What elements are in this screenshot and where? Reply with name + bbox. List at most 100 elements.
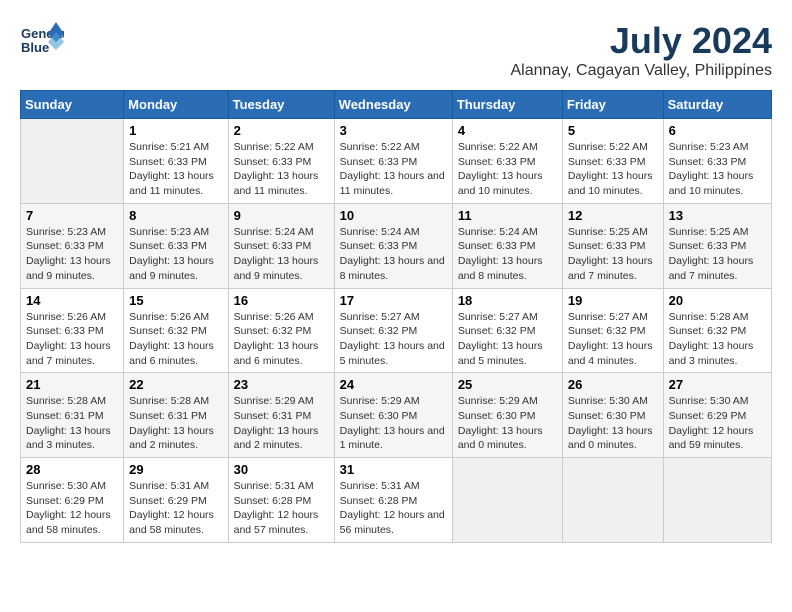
calendar-cell: 11 Sunrise: 5:24 AMSunset: 6:33 PMDaylig…	[452, 203, 562, 288]
day-number: 3	[340, 123, 447, 138]
day-number: 11	[458, 208, 557, 223]
day-info: Sunrise: 5:26 AMSunset: 6:32 PMDaylight:…	[129, 310, 222, 369]
week-row-3: 14 Sunrise: 5:26 AMSunset: 6:33 PMDaylig…	[21, 288, 772, 373]
day-info: Sunrise: 5:23 AMSunset: 6:33 PMDaylight:…	[129, 225, 222, 284]
calendar-cell: 25 Sunrise: 5:29 AMSunset: 6:30 PMDaylig…	[452, 373, 562, 458]
day-number: 4	[458, 123, 557, 138]
calendar-cell: 10 Sunrise: 5:24 AMSunset: 6:33 PMDaylig…	[334, 203, 452, 288]
day-number: 12	[568, 208, 658, 223]
day-number: 8	[129, 208, 222, 223]
day-number: 10	[340, 208, 447, 223]
title-block: July 2024 Alannay, Cagayan Valley, Phili…	[511, 20, 773, 80]
day-number: 5	[568, 123, 658, 138]
day-number: 22	[129, 377, 222, 392]
day-info: Sunrise: 5:26 AMSunset: 6:32 PMDaylight:…	[234, 310, 329, 369]
calendar-cell: 4 Sunrise: 5:22 AMSunset: 6:33 PMDayligh…	[452, 119, 562, 204]
day-info: Sunrise: 5:28 AMSunset: 6:31 PMDaylight:…	[129, 394, 222, 453]
day-info: Sunrise: 5:21 AMSunset: 6:33 PMDaylight:…	[129, 140, 222, 199]
location-title: Alannay, Cagayan Valley, Philippines	[511, 62, 773, 80]
day-info: Sunrise: 5:31 AMSunset: 6:29 PMDaylight:…	[129, 479, 222, 538]
day-info: Sunrise: 5:22 AMSunset: 6:33 PMDaylight:…	[234, 140, 329, 199]
week-row-2: 7 Sunrise: 5:23 AMSunset: 6:33 PMDayligh…	[21, 203, 772, 288]
calendar-cell: 7 Sunrise: 5:23 AMSunset: 6:33 PMDayligh…	[21, 203, 124, 288]
day-info: Sunrise: 5:30 AMSunset: 6:29 PMDaylight:…	[669, 394, 766, 453]
day-info: Sunrise: 5:22 AMSunset: 6:33 PMDaylight:…	[568, 140, 658, 199]
day-number: 28	[26, 462, 118, 477]
logo-svg: General Blue	[20, 20, 64, 64]
day-number: 18	[458, 293, 557, 308]
weekday-header-row: SundayMondayTuesdayWednesdayThursdayFrid…	[21, 91, 772, 119]
calendar-cell: 3 Sunrise: 5:22 AMSunset: 6:33 PMDayligh…	[334, 119, 452, 204]
week-row-4: 21 Sunrise: 5:28 AMSunset: 6:31 PMDaylig…	[21, 373, 772, 458]
day-number: 26	[568, 377, 658, 392]
calendar-cell: 12 Sunrise: 5:25 AMSunset: 6:33 PMDaylig…	[562, 203, 663, 288]
logo: General Blue	[20, 20, 64, 64]
calendar-cell: 20 Sunrise: 5:28 AMSunset: 6:32 PMDaylig…	[663, 288, 771, 373]
week-row-1: 1 Sunrise: 5:21 AMSunset: 6:33 PMDayligh…	[21, 119, 772, 204]
calendar-cell: 29 Sunrise: 5:31 AMSunset: 6:29 PMDaylig…	[124, 458, 228, 543]
weekday-header-monday: Monday	[124, 91, 228, 119]
day-number: 31	[340, 462, 447, 477]
day-info: Sunrise: 5:30 AMSunset: 6:30 PMDaylight:…	[568, 394, 658, 453]
day-number: 1	[129, 123, 222, 138]
calendar-table: SundayMondayTuesdayWednesdayThursdayFrid…	[20, 90, 772, 543]
day-number: 6	[669, 123, 766, 138]
day-number: 29	[129, 462, 222, 477]
day-info: Sunrise: 5:22 AMSunset: 6:33 PMDaylight:…	[458, 140, 557, 199]
day-number: 16	[234, 293, 329, 308]
calendar-cell	[562, 458, 663, 543]
calendar-cell: 18 Sunrise: 5:27 AMSunset: 6:32 PMDaylig…	[452, 288, 562, 373]
calendar-cell	[663, 458, 771, 543]
day-number: 24	[340, 377, 447, 392]
day-info: Sunrise: 5:31 AMSunset: 6:28 PMDaylight:…	[340, 479, 447, 538]
day-number: 13	[669, 208, 766, 223]
day-info: Sunrise: 5:25 AMSunset: 6:33 PMDaylight:…	[568, 225, 658, 284]
calendar-cell: 27 Sunrise: 5:30 AMSunset: 6:29 PMDaylig…	[663, 373, 771, 458]
calendar-cell: 26 Sunrise: 5:30 AMSunset: 6:30 PMDaylig…	[562, 373, 663, 458]
day-info: Sunrise: 5:28 AMSunset: 6:31 PMDaylight:…	[26, 394, 118, 453]
calendar-cell: 2 Sunrise: 5:22 AMSunset: 6:33 PMDayligh…	[228, 119, 334, 204]
day-info: Sunrise: 5:29 AMSunset: 6:30 PMDaylight:…	[340, 394, 447, 453]
day-info: Sunrise: 5:24 AMSunset: 6:33 PMDaylight:…	[340, 225, 447, 284]
month-year-title: July 2024	[511, 20, 773, 62]
day-info: Sunrise: 5:24 AMSunset: 6:33 PMDaylight:…	[458, 225, 557, 284]
page-header: General Blue July 2024 Alannay, Cagayan …	[20, 20, 772, 80]
day-info: Sunrise: 5:24 AMSunset: 6:33 PMDaylight:…	[234, 225, 329, 284]
calendar-cell: 17 Sunrise: 5:27 AMSunset: 6:32 PMDaylig…	[334, 288, 452, 373]
calendar-cell: 16 Sunrise: 5:26 AMSunset: 6:32 PMDaylig…	[228, 288, 334, 373]
day-number: 9	[234, 208, 329, 223]
day-number: 7	[26, 208, 118, 223]
calendar-cell: 21 Sunrise: 5:28 AMSunset: 6:31 PMDaylig…	[21, 373, 124, 458]
day-info: Sunrise: 5:22 AMSunset: 6:33 PMDaylight:…	[340, 140, 447, 199]
day-info: Sunrise: 5:29 AMSunset: 6:30 PMDaylight:…	[458, 394, 557, 453]
calendar-cell: 13 Sunrise: 5:25 AMSunset: 6:33 PMDaylig…	[663, 203, 771, 288]
calendar-cell: 22 Sunrise: 5:28 AMSunset: 6:31 PMDaylig…	[124, 373, 228, 458]
weekday-header-wednesday: Wednesday	[334, 91, 452, 119]
day-number: 14	[26, 293, 118, 308]
day-number: 17	[340, 293, 447, 308]
svg-text:Blue: Blue	[21, 40, 49, 55]
weekday-header-saturday: Saturday	[663, 91, 771, 119]
day-number: 15	[129, 293, 222, 308]
calendar-cell: 15 Sunrise: 5:26 AMSunset: 6:32 PMDaylig…	[124, 288, 228, 373]
day-info: Sunrise: 5:30 AMSunset: 6:29 PMDaylight:…	[26, 479, 118, 538]
calendar-cell: 6 Sunrise: 5:23 AMSunset: 6:33 PMDayligh…	[663, 119, 771, 204]
calendar-cell: 19 Sunrise: 5:27 AMSunset: 6:32 PMDaylig…	[562, 288, 663, 373]
day-number: 25	[458, 377, 557, 392]
week-row-5: 28 Sunrise: 5:30 AMSunset: 6:29 PMDaylig…	[21, 458, 772, 543]
calendar-cell: 14 Sunrise: 5:26 AMSunset: 6:33 PMDaylig…	[21, 288, 124, 373]
day-info: Sunrise: 5:26 AMSunset: 6:33 PMDaylight:…	[26, 310, 118, 369]
day-number: 2	[234, 123, 329, 138]
calendar-cell: 5 Sunrise: 5:22 AMSunset: 6:33 PMDayligh…	[562, 119, 663, 204]
day-info: Sunrise: 5:27 AMSunset: 6:32 PMDaylight:…	[458, 310, 557, 369]
day-info: Sunrise: 5:27 AMSunset: 6:32 PMDaylight:…	[568, 310, 658, 369]
calendar-cell: 24 Sunrise: 5:29 AMSunset: 6:30 PMDaylig…	[334, 373, 452, 458]
calendar-cell: 8 Sunrise: 5:23 AMSunset: 6:33 PMDayligh…	[124, 203, 228, 288]
calendar-cell: 23 Sunrise: 5:29 AMSunset: 6:31 PMDaylig…	[228, 373, 334, 458]
calendar-cell	[21, 119, 124, 204]
weekday-header-sunday: Sunday	[21, 91, 124, 119]
day-number: 27	[669, 377, 766, 392]
calendar-cell: 9 Sunrise: 5:24 AMSunset: 6:33 PMDayligh…	[228, 203, 334, 288]
weekday-header-thursday: Thursday	[452, 91, 562, 119]
day-info: Sunrise: 5:29 AMSunset: 6:31 PMDaylight:…	[234, 394, 329, 453]
